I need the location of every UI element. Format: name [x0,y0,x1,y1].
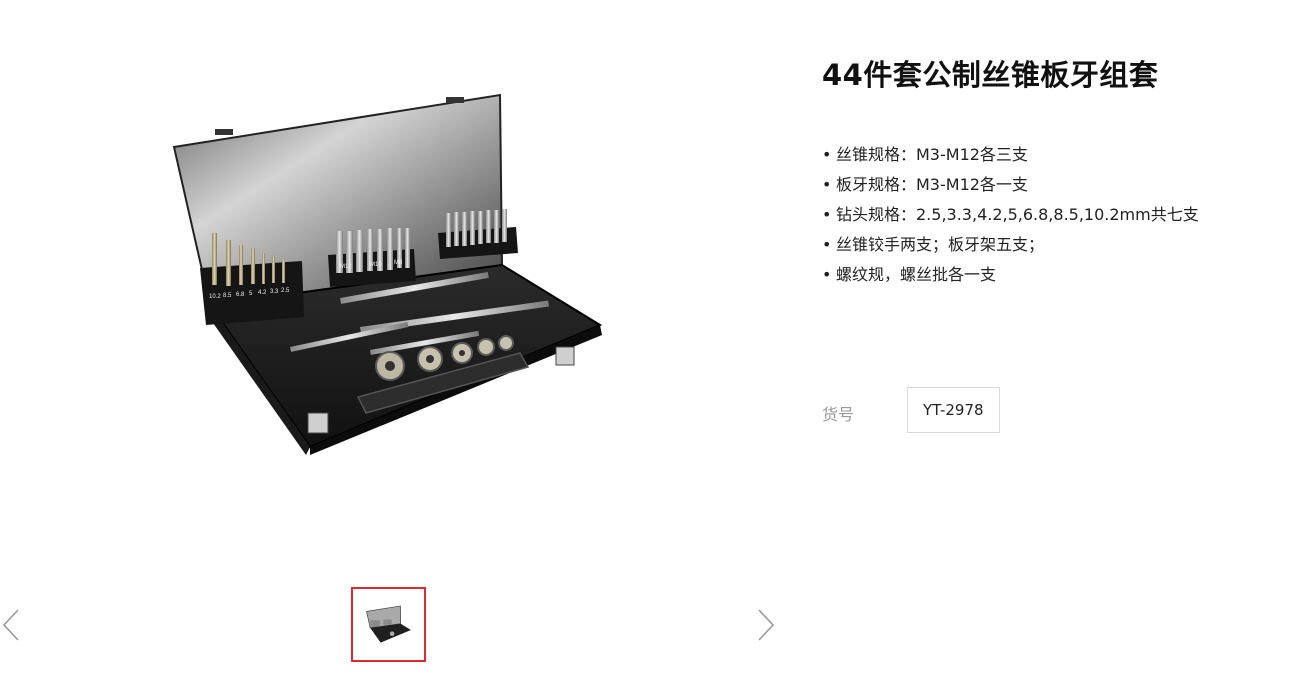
bullet-icon: • [822,235,832,254]
product-info: 44件套公制丝锥板牙组套 • 丝锥规格：M3-M12各三支 • 板牙规格：M3-M1… [822,0,1302,686]
spec-item: • 丝锥规格：M3-M12各三支 [822,140,1199,170]
thumbnail-strip [0,575,790,675]
spec-item: • 钻头规格：2.5,3.3,4.2,5,6.8,8.5,10.2mm共七支 [822,200,1199,230]
tap-label: M10 [370,262,382,268]
bit-label: 10.2 [209,294,221,300]
chevron-left-icon[interactable] [0,607,22,643]
spec-item: • 螺纹规，螺丝批各一支 [822,260,1199,290]
bullet-icon: • [822,145,832,164]
spec-text: 丝锥规格：M3-M12各三支 [836,145,1028,164]
spec-text: 丝锥铰手两支；板牙架五支； [836,235,1045,254]
spec-text: 钻头规格：2.5,3.3,4.2,5,6.8,8.5,10.2mm共七支 [836,205,1199,224]
bit-label: 2.5 [281,288,290,294]
product-gallery: 10.2 8.5 6.8 5 4.2 3.3 2.5 M12 M10 M8 [0,0,790,686]
bit-label: 8.5 [223,293,232,299]
spec-list: • 丝锥规格：M3-M12各三支 • 板牙规格：M3-M12各一支 • 钻头规格：2.… [822,140,1199,290]
sku-label: 货号 [822,405,855,424]
spec-text: 螺纹规，螺丝批各一支 [836,265,997,284]
thumbnail-image [365,605,411,643]
bit-label: 4.2 [258,290,267,296]
product-page: 10.2 8.5 6.8 5 4.2 3.3 2.5 M12 M10 M8 44… [0,0,1313,686]
bullet-icon: • [822,205,832,224]
spec-text: 板牙规格：M3-M12各一支 [836,175,1028,194]
chevron-right-icon[interactable] [755,607,777,643]
bullet-icon: • [822,175,832,194]
tap-label: M8 [394,260,403,266]
bit-label: 3.3 [270,289,279,295]
main-product-image: 10.2 8.5 6.8 5 4.2 3.3 2.5 M12 M10 M8 [160,85,620,470]
bullet-icon: • [822,265,832,284]
spec-item: • 丝锥铰手两支；板牙架五支； [822,230,1199,260]
sku-option[interactable]: YT-2978 [907,387,1000,433]
bit-label: 6.8 [236,292,245,298]
thumbnail-selected[interactable] [351,587,426,662]
product-title: 44件套公制丝锥板牙组套 [822,58,1159,92]
tap-label: M12 [340,264,352,270]
spec-item: • 板牙规格：M3-M12各一支 [822,170,1199,200]
